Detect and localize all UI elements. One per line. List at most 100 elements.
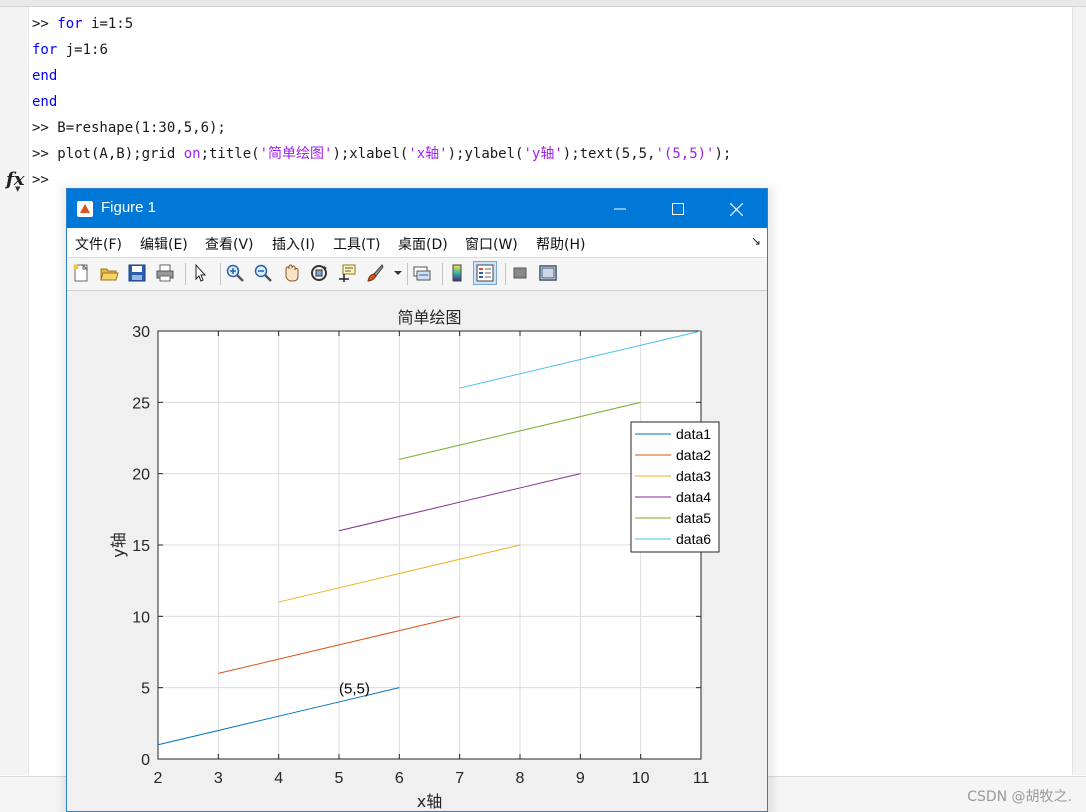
code-token: '(5,5)': [655, 146, 715, 162]
code-token: end: [32, 68, 58, 84]
code-token: >>: [32, 16, 58, 32]
code-token: 'y轴': [523, 146, 563, 162]
legend-label: data6: [676, 531, 711, 547]
toolbar-separator: [505, 263, 506, 285]
data-cursor-icon[interactable]: [337, 263, 357, 283]
maximize-icon: [672, 202, 684, 215]
code-token: end: [32, 94, 58, 110]
figure-titlebar[interactable]: Figure 1: [67, 189, 767, 228]
menu-view[interactable]: 查看(V): [205, 234, 254, 254]
legend-label: data5: [676, 510, 711, 526]
menu-help[interactable]: 帮助(H): [536, 234, 585, 254]
legend-label: data1: [676, 426, 711, 442]
command-line: for j=1:6: [32, 37, 731, 63]
y-tick-label: 25: [132, 395, 150, 412]
command-window-gutter: [0, 7, 29, 775]
chart-title: 简单绘图: [397, 308, 461, 327]
rotate-3d-icon[interactable]: [309, 263, 329, 283]
x-tick-label: 5: [335, 770, 344, 787]
x-tick-label: 3: [214, 770, 223, 787]
close-button[interactable]: [707, 189, 765, 228]
link-plot-icon[interactable]: [412, 263, 432, 283]
y-tick-label: 20: [132, 467, 150, 484]
command-window-text[interactable]: >> for i=1:5 for j=1:6 end end >> B=reshape(…: [32, 11, 731, 193]
close-icon: [729, 202, 743, 217]
x-tick-label: 9: [576, 770, 585, 787]
code-token: on: [183, 146, 201, 162]
annotation-text: (5,5): [339, 681, 370, 698]
figure-canvas[interactable]: 2 3 4 5 6 7 8 9 10 11 0 5 10 15 20 25 30 (5,5) 简单绘图 x轴 y轴 dat…: [67, 291, 767, 812]
code-token: );: [714, 146, 732, 162]
x-tick-label: 2: [154, 770, 163, 787]
code-token: 'x轴': [408, 146, 448, 162]
x-tick-label: 7: [455, 770, 464, 787]
menu-desktop[interactable]: 桌面(D): [398, 234, 448, 254]
y-axis-label: y轴: [109, 532, 128, 557]
toolbar-separator: [185, 263, 186, 285]
command-line: end: [32, 63, 731, 89]
x-tick-label: 4: [274, 770, 283, 787]
maximize-button[interactable]: [649, 189, 707, 228]
menu-edit[interactable]: 编辑(E): [140, 234, 188, 254]
code-token: >>: [32, 172, 49, 188]
plot-area[interactable]: 2 3 4 5 6 7 8 9 10 11 0 5 10 15 20 25 30 (5,5) 简单绘图 x轴 y轴 dat…: [67, 291, 767, 812]
zoom-in-icon[interactable]: [225, 263, 245, 283]
new-figure-icon[interactable]: [71, 263, 91, 283]
command-window-header: [0, 0, 1086, 7]
command-window-scrollbar[interactable]: [1072, 7, 1086, 775]
legend-label: data4: [676, 489, 711, 505]
figure-menubar: 文件(F) 编辑(E) 查看(V) 插入(I) 工具(T) 桌面(D) 窗口(W…: [67, 228, 767, 258]
matlab-logo-icon: [77, 201, 93, 217]
menu-insert[interactable]: 插入(I): [272, 234, 315, 254]
zoom-out-icon[interactable]: [253, 263, 273, 283]
open-file-icon[interactable]: [99, 263, 119, 283]
code-token: j=1:6: [57, 42, 108, 58]
toolbar-separator: [442, 263, 443, 285]
menu-window[interactable]: 窗口(W): [465, 234, 518, 254]
x-tick-label: 10: [632, 770, 650, 787]
code-token: );xlabel(: [332, 146, 409, 162]
x-tick-label: 11: [693, 770, 710, 787]
menu-tools[interactable]: 工具(T): [333, 234, 380, 254]
code-token: >> B=reshape(1:30,5,6);: [32, 120, 226, 136]
menu-file[interactable]: 文件(F): [75, 234, 122, 254]
code-token: for: [32, 42, 58, 58]
toolbar-separator: [407, 263, 408, 285]
code-token: );text(5,5,: [562, 146, 656, 162]
pointer-icon[interactable]: [190, 263, 210, 283]
dock-arrow-icon[interactable]: ↘: [751, 234, 761, 248]
code-token: >> plot(A,B);grid: [32, 146, 184, 162]
x-axis-label: x轴: [417, 792, 442, 811]
command-line: >> B=reshape(1:30,5,6);: [32, 115, 731, 141]
save-icon[interactable]: [127, 263, 147, 283]
minimize-icon: [614, 208, 626, 209]
command-line: >> for i=1:5: [32, 11, 731, 37]
print-icon[interactable]: [155, 263, 175, 283]
dropdown-arrow-icon[interactable]: [393, 263, 403, 283]
code-token: '简单绘图': [259, 146, 333, 162]
legend-icon[interactable]: [473, 261, 497, 285]
pan-hand-icon[interactable]: [281, 263, 301, 283]
code-token: );ylabel(: [447, 146, 524, 162]
legend-label: data2: [676, 447, 711, 463]
figure-window[interactable]: Figure 1 文件(F) 编辑(E) 查看(V) 插入(I) 工具(T) 桌…: [66, 188, 768, 812]
show-plot-tools-icon[interactable]: [538, 263, 558, 283]
brush-icon[interactable]: [365, 263, 385, 283]
y-tick-label: 0: [141, 752, 150, 769]
colorbar-icon[interactable]: [447, 263, 467, 283]
hide-plot-tools-icon[interactable]: [510, 263, 530, 283]
figure-toolbar: [67, 258, 767, 291]
y-tick-label: 15: [132, 538, 150, 555]
figure-title: Figure 1: [101, 199, 157, 216]
command-line: end: [32, 89, 731, 115]
watermark-text: CSDN @胡牧之.: [967, 789, 1072, 805]
code-token: i=1:5: [82, 16, 134, 32]
command-line: >> plot(A,B);grid on;title('简单绘图');xlabe…: [32, 141, 731, 167]
x-tick-label: 6: [395, 770, 404, 787]
desktop: >> for i=1:5 for j=1:6 end end >> B=reshape(…: [0, 0, 1086, 812]
y-tick-label: 5: [141, 681, 150, 698]
legend-label: data3: [676, 468, 711, 484]
code-token: ;title(: [200, 146, 260, 162]
code-token: for: [57, 16, 83, 32]
minimize-button[interactable]: [591, 189, 649, 228]
